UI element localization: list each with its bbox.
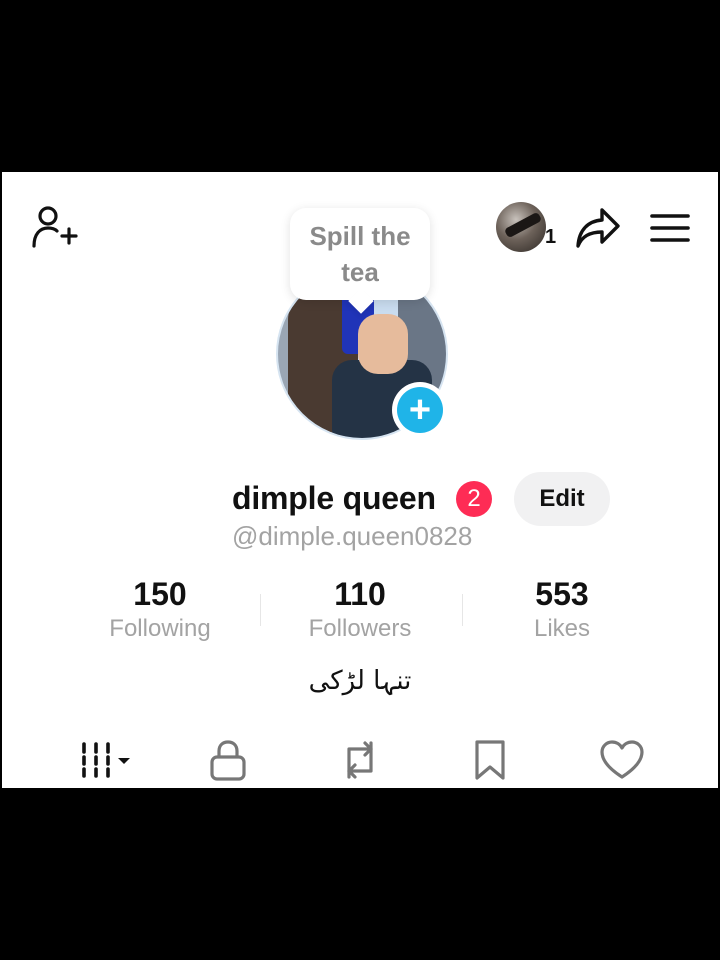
following-label: Following <box>109 615 211 642</box>
account-switch-avatar[interactable] <box>496 202 546 252</box>
likes-label: Likes <box>533 615 591 642</box>
profile-tabs <box>2 732 718 788</box>
followers-count: 110 <box>334 576 386 612</box>
username: @dimple.queen0828 <box>232 521 473 551</box>
edit-profile-button[interactable]: Edit <box>514 472 610 526</box>
bio-text: تنہا لڑکی <box>308 666 412 696</box>
plus-icon: + <box>397 387 443 433</box>
add-story-button[interactable]: + <box>392 382 448 438</box>
followers-stat[interactable]: 110 Followers <box>260 576 460 643</box>
bookmark-icon[interactable] <box>450 732 530 788</box>
following-count: 150 <box>133 576 187 612</box>
menu-icon[interactable] <box>644 202 696 254</box>
name-badge: 2 <box>456 481 492 517</box>
stats-row: 150 Following 110 Followers 553 Likes <box>60 576 660 648</box>
grid-icon[interactable] <box>66 732 146 788</box>
share-icon[interactable] <box>570 202 626 254</box>
lock-icon[interactable] <box>188 732 268 788</box>
tooltip-text: Spill the tea <box>309 221 411 287</box>
heart-icon[interactable] <box>582 732 662 788</box>
following-stat[interactable]: 150 Following <box>60 576 260 643</box>
likes-stat[interactable]: 553 Likes <box>462 576 662 643</box>
followers-label: Followers <box>308 615 412 642</box>
add-friend-icon[interactable] <box>28 202 80 254</box>
display-name: dimple queen <box>232 480 436 516</box>
repost-icon[interactable] <box>320 732 400 788</box>
likes-count: 553 <box>535 576 589 612</box>
profile-screen: Spill the tea 1 + dimple queen 2 Edit @d… <box>2 172 718 788</box>
notification-count: 1 <box>545 226 557 248</box>
tooltip-bubble: Spill the tea <box>290 208 430 300</box>
